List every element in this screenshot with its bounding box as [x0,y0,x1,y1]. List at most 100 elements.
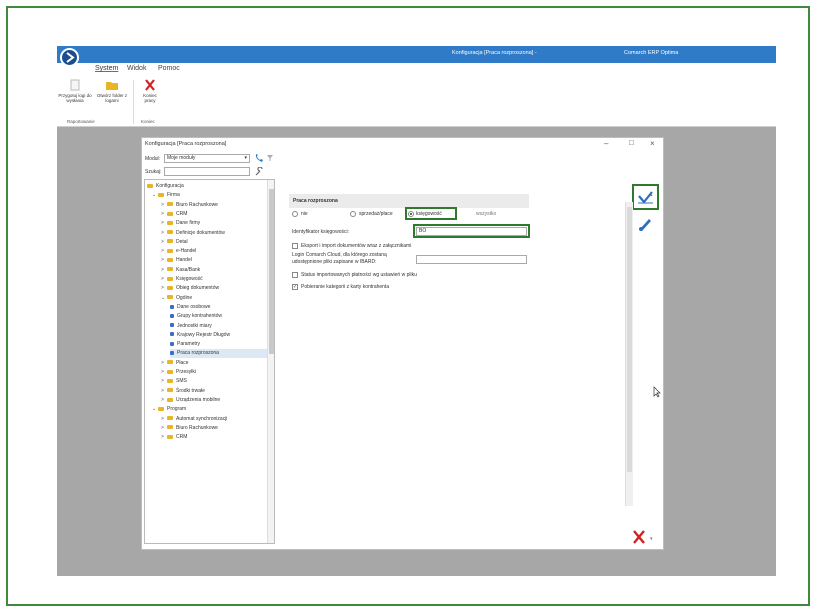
tree-item[interactable]: Parametry [170,340,267,349]
tree-item[interactable]: > Biuro Rachunkowe [161,201,267,210]
folder-icon [167,360,173,365]
tree-item-label: Program [167,406,187,413]
app-menu-logo-icon[interactable] [60,48,79,67]
tree-item[interactable]: Jednostki miary [170,322,267,331]
tree-item-label: Kasa/Bank [176,266,201,273]
tree-item[interactable]: Dane osobowe [170,303,267,312]
filter-icon[interactable] [266,154,274,162]
tree-item[interactable]: > Dane firmy [161,219,267,228]
tree-item-label: Handel [176,257,192,264]
tree-item[interactable]: > Definicje dokumentów [161,229,267,238]
tree-item[interactable]: > Środki trwałe [161,387,267,396]
export-checkbox[interactable] [292,243,298,249]
tree-item[interactable]: ⌄ Ogólne [161,294,267,303]
radio-nie-label: nie [301,211,308,217]
radio-sprzedaz[interactable] [350,211,356,217]
tree-scrollbar[interactable] [267,180,274,543]
tab-pomoc[interactable]: Pomoc [158,65,180,72]
tree-item[interactable]: > Handel [161,256,267,265]
folder-icon [167,397,173,402]
tree-item[interactable]: > Detal [161,238,267,247]
minimize-button[interactable]: – [604,139,608,148]
maximize-button[interactable]: □ [629,138,634,147]
tree-item[interactable]: ⌄ Firma [152,191,267,200]
folder-icon [167,248,173,253]
open-folder-label: Otwórz folder z logami [96,93,128,103]
settings-leaf-icon [170,351,174,356]
cloud-login-label-2: udostępnione pliki zapisane w IBARD: [292,259,377,265]
radio-wszystko-label: wszystko [476,211,497,217]
tab-system[interactable]: System [95,65,118,72]
window-title: Konfiguracja [Praca rozproszona] - [452,50,537,56]
tree-item[interactable]: > Księgowość [161,275,267,284]
folder-icon [167,369,173,374]
folder-icon [167,211,173,216]
identifier-label: Identyfikator księgowości: [292,229,349,235]
dropdown-arrow-icon[interactable]: ▾ [650,536,653,542]
tree-item[interactable]: > Urządzenia mobilne [161,396,267,405]
folder-icon [167,295,173,300]
status-checkbox[interactable] [292,272,298,278]
folder-icon [167,285,173,290]
tree-item-label: Dane osobowe [177,303,211,310]
open-folder-button[interactable]: Otwórz folder z logami [95,79,129,103]
app-screen: Konfiguracja [Praca rozproszona] - Comar… [57,46,776,576]
categories-checkbox[interactable]: ✓ [292,284,298,290]
module-select[interactable]: Moje moduły ▾ [164,154,250,163]
panel-header: Praca rozproszona [289,194,529,208]
ribbon-separator [133,80,134,124]
tree-item-label: Środki trwałe [176,387,205,394]
folder-icon [106,82,118,90]
tree-item[interactable]: Krajowy Rejestr Długów [170,331,267,340]
tree-item[interactable]: > CRM [161,433,267,442]
tree-item[interactable]: > Biuro Rachunkowe [161,424,267,433]
folder-icon [167,267,173,272]
tree-item[interactable]: Konfiguracja [147,182,267,191]
tree-item-label: Biuro Rachunkowe [176,201,218,208]
close-dialog-button[interactable]: × [650,139,655,148]
wrench-icon[interactable] [254,167,264,177]
tree-scroll-thumb[interactable] [269,189,274,354]
tree-item[interactable]: ⌄ Program [152,405,267,414]
cloud-login-input[interactable] [416,255,527,264]
folder-icon [167,425,173,430]
folder-icon [167,434,173,439]
tree-item[interactable]: > CRM [161,210,267,219]
group-reporting-label: Raportowanie [67,119,95,124]
cloud-login-label-1: Login Comarch Cloud, dla którego zostaną [292,252,387,258]
edit-button[interactable] [636,215,654,233]
tree-item-label: Przesyłki [176,369,197,375]
folder-icon [147,183,153,188]
phone-icon[interactable] [254,153,264,163]
tree-item[interactable]: > e-Handel [161,247,267,256]
tree-item[interactable]: > Obieg dokumentów [161,284,267,293]
search-input[interactable] [164,167,250,176]
tree-item-label: Krajowy Rejestr Długów [177,331,231,338]
right-scrollbar[interactable] [625,202,633,506]
group-end-label: Koniec [141,119,155,124]
prepare-logs-button[interactable]: Przygotuj logi do wysłania [58,79,92,103]
tree-item[interactable]: Praca rozproszona [170,349,267,359]
highlight-identifier [413,224,530,238]
tree-item[interactable]: Grupy kontrahentów [170,312,267,321]
cancel-button[interactable] [630,528,648,546]
exit-button[interactable]: Koniec pracy [139,79,161,103]
right-scroll-thumb[interactable] [627,207,632,472]
tree-item-label: Dane firmy [176,220,201,227]
tree-item[interactable]: > Płace [161,359,267,368]
tree-item[interactable]: > Automat synchronizacji [161,415,267,424]
tree-item[interactable]: > SMS [161,377,267,386]
tree-item[interactable]: > Przesyłki [161,368,267,377]
mouse-cursor-icon [653,386,661,398]
export-checkbox-label: Eksport i import dokumentów wraz z załąc… [301,243,412,249]
tree-item[interactable]: > Kasa/Bank [161,266,267,275]
tree-item-label: Firma [167,192,180,199]
title-bar: Konfiguracja [Praca rozproszona] - Comar… [57,46,776,63]
radio-nie[interactable] [292,211,298,217]
scroll-up-arrow-icon[interactable]: ▴ [650,192,653,198]
tree-item-label: Automat synchronizacji [176,415,228,422]
prepare-logs-label: Przygotuj logi do wysłania [58,93,92,103]
ribbon-tabs: System Widok Pomoc [57,63,776,77]
categories-checkbox-label: Pobieranie kategorii z karty kontrahenta [301,284,390,290]
tab-widok[interactable]: Widok [127,65,146,72]
